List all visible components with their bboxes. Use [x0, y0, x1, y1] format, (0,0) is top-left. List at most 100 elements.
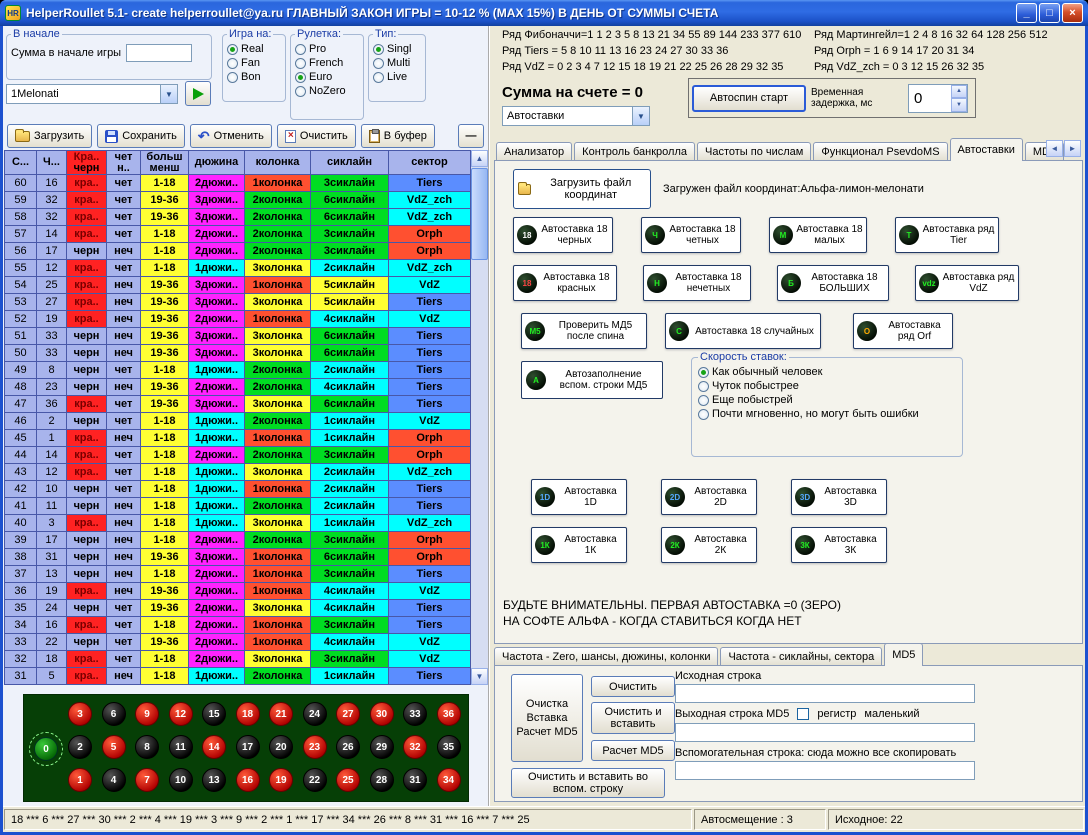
- radio-dot[interactable]: [295, 86, 306, 97]
- board-number-5[interactable]: 5: [102, 735, 126, 759]
- radio-type-option[interactable]: Multi: [373, 57, 421, 69]
- board-number-7[interactable]: 7: [135, 768, 159, 792]
- board-number-6[interactable]: 6: [102, 702, 126, 726]
- radio-dot[interactable]: [698, 381, 709, 392]
- undo-button[interactable]: ↶Отменить: [190, 124, 272, 148]
- radio-speed-option[interactable]: Как обычный человек: [698, 366, 956, 378]
- board-number-34[interactable]: 34: [437, 768, 461, 792]
- tab-scroll-right-icon[interactable]: ►: [1064, 140, 1081, 157]
- autobet-button[interactable]: vdzАвтоставка ряд VdZ: [915, 265, 1019, 301]
- table-scrollbar[interactable]: ▲ ▼: [471, 150, 488, 685]
- delay-spinner[interactable]: 0 ▲ ▼: [908, 84, 968, 113]
- autobet-button[interactable]: 2DАвтоставка 2D: [661, 479, 757, 515]
- board-number-4[interactable]: 4: [102, 768, 126, 792]
- radio-speed-option[interactable]: Еще побыстрей: [698, 394, 956, 406]
- autobet-button[interactable]: 3КАвтоставка 3К: [791, 527, 887, 563]
- board-number-35[interactable]: 35: [437, 735, 461, 759]
- autobet-button[interactable]: МАвтоставка 18 малых: [769, 217, 867, 253]
- board-number-11[interactable]: 11: [169, 735, 193, 759]
- board-number-19[interactable]: 19: [269, 768, 293, 792]
- radio-dot[interactable]: [295, 72, 306, 83]
- autobet-button[interactable]: 1КАвтоставка 1К: [531, 527, 627, 563]
- board-number-10[interactable]: 10: [169, 768, 193, 792]
- board-number-33[interactable]: 33: [403, 702, 427, 726]
- radio-speed-option[interactable]: Почти мгновенно, но могут быть ошибки: [698, 408, 956, 420]
- subtab-MD5[interactable]: MD5: [884, 643, 923, 666]
- autospin-start-button[interactable]: Автоспин старт: [692, 85, 806, 112]
- save-button[interactable]: Сохранить: [97, 124, 185, 148]
- board-number-16[interactable]: 16: [236, 768, 260, 792]
- subtab-Частота - сиклайны, сектора[interactable]: Частота - сиклайны, сектора: [720, 647, 882, 666]
- tab-Контроль банкролла[interactable]: Контроль банкролла: [574, 142, 695, 161]
- radio-wheel-option[interactable]: Euro: [295, 71, 359, 83]
- collapse-button[interactable]: —: [458, 124, 484, 148]
- radio-speed-option[interactable]: Чуток побыстрее: [698, 380, 956, 392]
- autobet-button[interactable]: 3DАвтоставка 3D: [791, 479, 887, 515]
- radio-dot[interactable]: [295, 58, 306, 69]
- radio-type-option[interactable]: Live: [373, 71, 421, 83]
- scrollbar-thumb[interactable]: [471, 168, 488, 260]
- radio-type-option[interactable]: Singl: [373, 43, 421, 55]
- close-button[interactable]: ×: [1062, 3, 1083, 23]
- board-number-23[interactable]: 23: [303, 735, 327, 759]
- board-number-0[interactable]: 0: [34, 737, 58, 761]
- radio-game-option[interactable]: Bon: [227, 71, 281, 83]
- load-coords-button[interactable]: Загрузить файл координат: [513, 169, 651, 209]
- board-number-32[interactable]: 32: [403, 735, 427, 759]
- md5-source-input[interactable]: [675, 684, 975, 703]
- autofill-md5-button[interactable]: A Автозаполнение вспом. строки МД5: [521, 361, 663, 399]
- chevron-down-icon[interactable]: ▼: [632, 107, 649, 125]
- board-number-17[interactable]: 17: [236, 735, 260, 759]
- autobet-button[interactable]: М5Проверить МД5 после спина: [521, 313, 647, 349]
- clipboard-button[interactable]: В буфер: [361, 124, 435, 148]
- radio-dot[interactable]: [698, 395, 709, 406]
- board-number-30[interactable]: 30: [370, 702, 394, 726]
- board-number-36[interactable]: 36: [437, 702, 461, 726]
- board-number-18[interactable]: 18: [236, 702, 260, 726]
- radio-dot[interactable]: [373, 44, 384, 55]
- tab-Частоты по числам[interactable]: Частоты по числам: [697, 142, 811, 161]
- radio-dot[interactable]: [295, 44, 306, 55]
- autobet-button[interactable]: ОАвтоставка ряд Orf: [853, 313, 953, 349]
- md5-clear-button[interactable]: Очистить: [591, 676, 675, 697]
- board-number-9[interactable]: 9: [135, 702, 159, 726]
- radio-dot[interactable]: [227, 58, 238, 69]
- autobet-button[interactable]: ТАвтоставка ряд Tier: [895, 217, 999, 253]
- autobet-button[interactable]: НАвтоставка 18 нечетных: [643, 265, 751, 301]
- folder-button[interactable]: Загрузить: [7, 124, 92, 148]
- tab-Автоставки[interactable]: Автоставки: [950, 138, 1023, 161]
- board-number-1[interactable]: 1: [68, 768, 92, 792]
- maximize-button[interactable]: □: [1039, 3, 1060, 23]
- board-number-25[interactable]: 25: [336, 768, 360, 792]
- radio-dot[interactable]: [373, 72, 384, 83]
- autobet-button[interactable]: 2КАвтоставка 2К: [661, 527, 757, 563]
- board-number-24[interactable]: 24: [303, 702, 327, 726]
- play-button[interactable]: [185, 81, 211, 106]
- board-number-22[interactable]: 22: [303, 768, 327, 792]
- board-number-28[interactable]: 28: [370, 768, 394, 792]
- radio-game-option[interactable]: Real: [227, 43, 281, 55]
- radio-dot[interactable]: [227, 72, 238, 83]
- md5-calc-button[interactable]: Расчет MD5: [591, 740, 675, 761]
- tab-Анализатор[interactable]: Анализатор: [496, 142, 572, 161]
- profile-select[interactable]: 1Melonati ▼: [6, 84, 178, 104]
- radio-dot[interactable]: [227, 44, 238, 55]
- radio-wheel-option[interactable]: French: [295, 57, 359, 69]
- register-checkbox[interactable]: [797, 708, 809, 720]
- board-number-20[interactable]: 20: [269, 735, 293, 759]
- tab-Функционал PsevdoMS[interactable]: Функционал PsevdoMS: [813, 142, 947, 161]
- autobet-button[interactable]: ЧАвтоставка 18 четных: [641, 217, 741, 253]
- autobet-button[interactable]: 18Автоставка 18 черных: [513, 217, 613, 253]
- board-number-3[interactable]: 3: [68, 702, 92, 726]
- tab-scroll-left-icon[interactable]: ◄: [1046, 140, 1063, 157]
- radio-wheel-option[interactable]: NoZero: [295, 85, 359, 97]
- board-number-31[interactable]: 31: [403, 768, 427, 792]
- autobet-button[interactable]: 18Автоставка 18 красных: [513, 265, 617, 301]
- radio-dot[interactable]: [373, 58, 384, 69]
- board-number-27[interactable]: 27: [336, 702, 360, 726]
- autobet-button[interactable]: САвтоставка 18 случайных: [665, 313, 821, 349]
- chevron-down-icon[interactable]: ▼: [160, 85, 177, 103]
- board-number-29[interactable]: 29: [370, 735, 394, 759]
- md5-clear-paste-button[interactable]: Очистить и вставить: [591, 702, 675, 734]
- subtab-Частота - Zero, шансы, дюжины, колонки[interactable]: Частота - Zero, шансы, дюжины, колонки: [494, 647, 718, 666]
